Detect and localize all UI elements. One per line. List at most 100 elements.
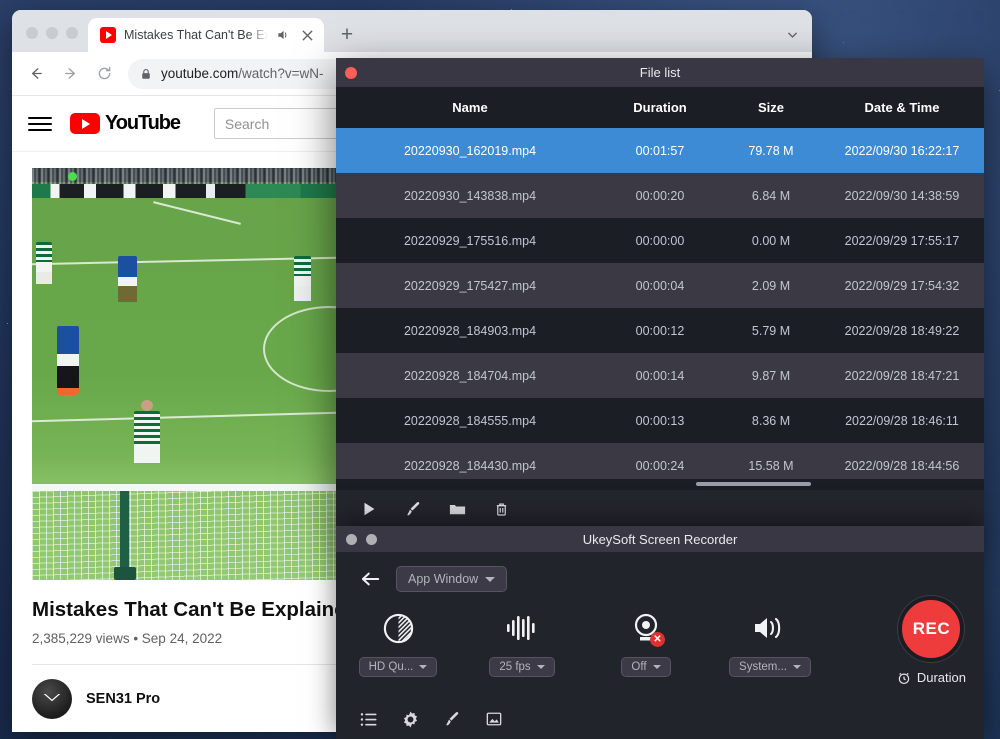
chevron-down-icon [419, 665, 428, 669]
video-player[interactable] [32, 168, 337, 580]
webcam-off-icon: ✕ [629, 608, 665, 648]
cell-size: 8.36 M [751, 413, 791, 428]
cell-size: 5.79 M [751, 323, 791, 338]
file-list-header-row: Name Duration Size Date & Time [336, 87, 984, 128]
cell-duration: 00:00:24 [635, 458, 685, 473]
framerate-dropdown[interactable]: 25 fps [489, 657, 555, 677]
search-placeholder: Search [224, 115, 270, 132]
recorder-bottom-toolbar [358, 709, 504, 729]
cell-date: 2022/09/28 18:46:11 [845, 413, 959, 428]
webcam-control[interactable]: ✕ Off [584, 608, 708, 677]
new-tab-button[interactable]: + [332, 19, 362, 49]
cell-date: 2022/09/29 17:55:17 [844, 233, 960, 248]
browser-tab[interactable]: Mistakes That Can't Be Exp [88, 18, 324, 52]
audio-control[interactable]: System... [708, 608, 832, 677]
minimize-window-dot[interactable] [46, 27, 58, 39]
quality-control[interactable]: HD Qu... [336, 608, 460, 677]
recorder-source-row: App Window [336, 552, 984, 592]
hamburger-icon[interactable] [28, 116, 52, 131]
file-list-titlebar: File list [336, 58, 984, 87]
player-hooped [134, 400, 160, 463]
cell-duration: 00:00:13 [635, 413, 685, 428]
quality-value: HD Qu... [368, 661, 414, 673]
recorder-controls: HD Qu... 25 fps ✕ Off System... REC Dura… [336, 592, 984, 685]
lock-icon [140, 68, 152, 80]
table-row[interactable]: 20220929_175516.mp4 00:00:00 0.00 M 2022/09… [336, 218, 984, 263]
brush-icon[interactable] [402, 498, 424, 520]
table-row[interactable]: 20220929_175427.mp4 00:00:04 2.09 M 2022/09… [336, 263, 984, 308]
arrow-left-icon[interactable] [20, 58, 52, 90]
player-hooped [36, 242, 52, 284]
youtube-favicon [100, 27, 116, 43]
cell-date: 2022/09/30 16:22:17 [844, 143, 960, 158]
brush-icon[interactable] [442, 709, 462, 729]
trash-icon[interactable] [490, 498, 512, 520]
table-row[interactable]: 20220928_184555.mp4 00:00:13 8.36 M 2022/09… [336, 398, 984, 443]
reload-icon[interactable] [88, 58, 120, 90]
framerate-value: 25 fps [499, 661, 531, 673]
cell-duration: 00:00:14 [635, 368, 685, 383]
browser-tab-strip: Mistakes That Can't Be Exp + [12, 10, 812, 52]
cell-name: 20220928_184704.mp4 [403, 368, 537, 383]
browser-tab-title: Mistakes That Can't Be Exp [124, 28, 268, 42]
settings-gear-icon[interactable] [400, 709, 420, 729]
record-button[interactable]: REC [898, 596, 965, 662]
screenshot-icon[interactable] [484, 709, 504, 729]
goal-net [32, 491, 337, 580]
column-header-duration[interactable]: Duration [604, 100, 716, 115]
framerate-control[interactable]: 25 fps [460, 608, 584, 677]
webcam-dropdown[interactable]: Off [621, 657, 671, 677]
youtube-play-icon [70, 113, 100, 134]
youtube-logo[interactable]: YouTube [70, 112, 181, 135]
table-row[interactable]: 20220930_162019.mp4 00:01:57 79.78 M 2022/0… [336, 128, 984, 173]
audio-dropdown[interactable]: System... [729, 657, 811, 677]
chevron-down-icon [792, 665, 801, 669]
quality-dropdown[interactable]: HD Qu... [358, 657, 438, 677]
cell-size: 6.84 M [751, 188, 791, 203]
chevron-down-icon [536, 665, 545, 669]
avatar[interactable] [32, 679, 72, 719]
maximize-window-dot[interactable] [66, 27, 78, 39]
folder-icon[interactable] [446, 498, 468, 520]
goal-post [120, 491, 129, 574]
column-header-date[interactable]: Date & Time [826, 100, 984, 115]
cell-duration: 00:00:12 [635, 323, 685, 338]
cell-name: 20220930_162019.mp4 [403, 143, 537, 158]
file-list-toolbar [336, 490, 984, 528]
speaker-icon[interactable] [276, 28, 290, 42]
arrow-left-icon[interactable] [360, 570, 382, 588]
cell-name: 20220928_184555.mp4 [403, 413, 537, 428]
column-header-name[interactable]: Name [336, 100, 604, 115]
quality-icon [382, 608, 415, 648]
file-list-rows: 20220930_162019.mp4 00:01:57 79.78 M 2022/0… [336, 128, 984, 479]
cell-name: 20220929_175516.mp4 [403, 233, 537, 248]
list-icon[interactable] [358, 709, 378, 729]
table-row[interactable]: 20220928_184704.mp4 00:00:14 9.87 M 2022/09… [336, 353, 984, 398]
table-row[interactable]: 20220930_143838.mp4 00:00:20 6.84 M 2022/09… [336, 173, 984, 218]
cell-name: 20220929_175427.mp4 [403, 278, 537, 293]
webcam-value: Off [631, 661, 647, 673]
close-window-dot[interactable] [26, 27, 38, 39]
horizontal-scrollbar[interactable] [336, 479, 984, 490]
center-circle-line [263, 306, 337, 392]
capture-source-dropdown[interactable]: App Window [396, 566, 508, 592]
table-row[interactable]: 20220928_184430.mp4 00:00:24 15.58 M 2022/0… [336, 443, 984, 479]
goal-post-base [114, 567, 136, 580]
play-icon[interactable] [358, 498, 380, 520]
scrollbar-thumb[interactable] [696, 482, 811, 486]
cell-date: 2022/09/28 18:47:21 [844, 368, 960, 383]
window-traffic-lights[interactable] [18, 27, 88, 52]
chevron-down-icon[interactable] [778, 20, 806, 48]
pitch-line [153, 201, 241, 225]
cell-size: 15.58 M [748, 458, 794, 473]
table-row[interactable]: 20220928_184903.mp4 00:00:12 5.79 M 2022/09… [336, 308, 984, 353]
file-list-title: File list [639, 65, 681, 80]
column-header-size[interactable]: Size [716, 100, 826, 115]
chevron-down-icon [652, 665, 661, 669]
close-tab-icon[interactable] [298, 26, 316, 44]
arrow-right-icon[interactable] [54, 58, 86, 90]
duration-setting[interactable]: Duration [897, 670, 966, 685]
cell-duration: 00:00:20 [635, 188, 685, 203]
file-list-window: File list Name Duration Size Date & Time… [336, 58, 984, 528]
audio-value: System... [739, 661, 787, 673]
